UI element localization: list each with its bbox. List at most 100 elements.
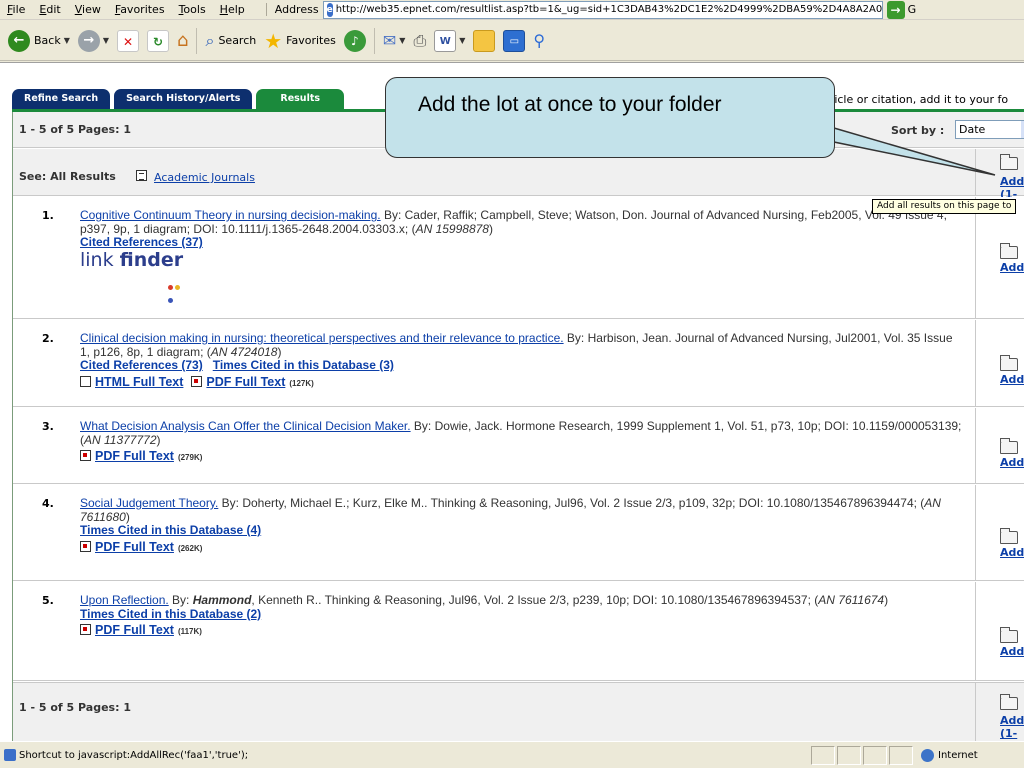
- menu-view[interactable]: View: [68, 3, 108, 16]
- add-column: Add: [975, 408, 1024, 483]
- print-button[interactable]: ⎙: [409, 25, 430, 57]
- folder-icon[interactable]: [1000, 438, 1018, 454]
- pdf-size: (117K): [177, 627, 202, 636]
- linkfinder-dots: [168, 278, 183, 305]
- accession-number: AN 15998878: [415, 221, 489, 236]
- zone-label: Internet: [938, 749, 978, 761]
- result-number: 1.: [42, 209, 54, 222]
- folder-icon[interactable]: [1000, 694, 1018, 710]
- back-dropdown-icon[interactable]: ▼: [64, 36, 70, 45]
- window-button[interactable]: ▭: [499, 25, 529, 57]
- refresh-icon: ↻: [147, 29, 170, 52]
- result-title-link[interactable]: What Decision Analysis Can Offer the Cli…: [80, 419, 411, 433]
- add-to-folder-link[interactable]: Add: [1000, 546, 1024, 559]
- pdf-full-text-link[interactable]: PDF Full Text: [95, 449, 174, 464]
- result-row: 5. Upon Reflection. By: Hammond, Kenneth…: [13, 582, 1024, 681]
- mail-dropdown-icon[interactable]: ▼: [399, 36, 405, 45]
- search-button[interactable]: ⌕ Search: [201, 25, 260, 57]
- back-button[interactable]: ← Back ▼: [4, 25, 74, 57]
- add-to-folder-link[interactable]: Add: [1000, 456, 1024, 469]
- result-title-link[interactable]: Social Judgement Theory.: [80, 496, 218, 510]
- print-icon: ⎙: [413, 30, 427, 50]
- pdf-icon: [80, 450, 91, 461]
- times-cited-link[interactable]: Times Cited in this Database (2): [80, 607, 261, 621]
- folder-icon[interactable]: [1000, 154, 1018, 170]
- address-url[interactable]: http://web35.epnet.com/resultlist.asp?tb…: [336, 4, 882, 15]
- pdf-full-text-link[interactable]: PDF Full Text: [95, 623, 174, 638]
- add-to-folder-link[interactable]: Add: [1000, 645, 1024, 658]
- status-cell: [889, 745, 913, 765]
- edit-button[interactable]: W ▼: [430, 25, 469, 57]
- html-full-text-link[interactable]: HTML Full Text: [95, 375, 183, 390]
- status-cell: [837, 745, 861, 765]
- forward-dropdown-icon[interactable]: ▼: [103, 36, 109, 45]
- result-body: Social Judgement Theory. By: Doherty, Mi…: [80, 496, 964, 555]
- sort-by-select[interactable]: Date: [955, 120, 1024, 139]
- menu-file[interactable]: File: [0, 3, 32, 16]
- result-row: 4. Social Judgement Theory. By: Doherty,…: [13, 485, 1024, 581]
- search-icon: ⌕: [205, 30, 215, 50]
- result-number: 2.: [42, 332, 54, 345]
- forward-button[interactable]: → ▼: [74, 25, 113, 57]
- pdf-icon: [191, 375, 203, 387]
- add-to-folder-link[interactable]: Add: [1000, 261, 1024, 274]
- result-title-link[interactable]: Clinical decision making in nursing: the…: [80, 331, 564, 345]
- fulltext-links: PDF Full Text (117K): [80, 623, 964, 639]
- globe-icon: [921, 748, 934, 762]
- linkfinder-logo[interactable]: link finder: [80, 250, 183, 303]
- menu-help[interactable]: Help: [213, 3, 252, 16]
- tab-search-history[interactable]: Search History/Alerts: [114, 89, 253, 109]
- pdf-full-text-link[interactable]: PDF Full Text: [95, 540, 174, 555]
- academic-journals-link[interactable]: Academic Journals: [154, 171, 255, 184]
- journal-icon: [136, 170, 147, 181]
- cited-references-link[interactable]: Cited References (37): [80, 235, 203, 249]
- tab-results[interactable]: Results: [256, 89, 345, 109]
- result-title-link[interactable]: Cognitive Continuum Theory in nursing de…: [80, 208, 381, 222]
- stop-button[interactable]: ✕: [113, 25, 143, 57]
- citation-close: ): [125, 509, 130, 524]
- folder-button[interactable]: [469, 25, 499, 57]
- home-button[interactable]: ⌂: [173, 25, 192, 57]
- see-all-label: See: All Results: [19, 170, 116, 183]
- go-arrow-icon[interactable]: →: [886, 0, 905, 19]
- menu-favorites[interactable]: Favorites: [108, 3, 172, 16]
- cited-references-link[interactable]: Cited References (73): [80, 358, 203, 372]
- citation-close: ): [488, 221, 493, 236]
- add-column: Add: [975, 197, 1024, 318]
- pdf-size: (279K): [177, 453, 203, 462]
- result-number: 3.: [42, 420, 54, 433]
- result-title-link[interactable]: Upon Reflection.: [80, 593, 169, 607]
- favorites-button[interactable]: ★ Favorites: [260, 25, 340, 57]
- star-icon: ★: [264, 28, 283, 53]
- menu-tools[interactable]: Tools: [172, 3, 213, 16]
- tab-refine-search[interactable]: Refine Search: [12, 89, 111, 109]
- favorites-label: Favorites: [286, 34, 336, 47]
- messenger-button[interactable]: ⚲: [529, 25, 549, 57]
- add-column: Add: [975, 582, 1024, 680]
- result-number: 5.: [42, 594, 54, 607]
- pdf-size: (127K): [289, 378, 314, 388]
- folder-icon[interactable]: [1000, 355, 1018, 371]
- edit-dropdown-icon[interactable]: ▼: [459, 36, 465, 45]
- mail-button[interactable]: ✉ ▼: [379, 25, 410, 57]
- security-zone: Internet: [921, 748, 978, 762]
- times-cited-link[interactable]: Times Cited in this Database (3): [213, 358, 394, 372]
- folder-icon[interactable]: [1000, 627, 1018, 643]
- citation-close: ): [884, 593, 889, 607]
- folder-icon[interactable]: [1000, 243, 1018, 259]
- back-label: Back: [34, 34, 61, 47]
- result-row: 2. Clinical decision making in nursing: …: [13, 320, 1024, 407]
- refresh-button[interactable]: ↻: [143, 25, 173, 57]
- pdf-full-text-link[interactable]: PDF Full Text: [206, 375, 285, 390]
- media-icon: ♪: [343, 29, 366, 52]
- folder-icon[interactable]: [1000, 528, 1018, 544]
- add-all-column: Add (1-: [975, 683, 1024, 741]
- add-to-folder-link[interactable]: Add: [1000, 373, 1024, 386]
- address-field[interactable]: e http://web35.epnet.com/resultlist.asp?…: [322, 0, 883, 19]
- go-label[interactable]: G: [908, 3, 917, 16]
- menu-edit[interactable]: Edit: [32, 3, 67, 16]
- times-cited-link[interactable]: Times Cited in this Database (4): [80, 523, 261, 537]
- add-all-link[interactable]: Add (1-: [1000, 714, 1024, 740]
- result-body: Upon Reflection. By: Hammond, Kenneth R.…: [80, 593, 964, 639]
- media-button[interactable]: ♪: [340, 25, 370, 57]
